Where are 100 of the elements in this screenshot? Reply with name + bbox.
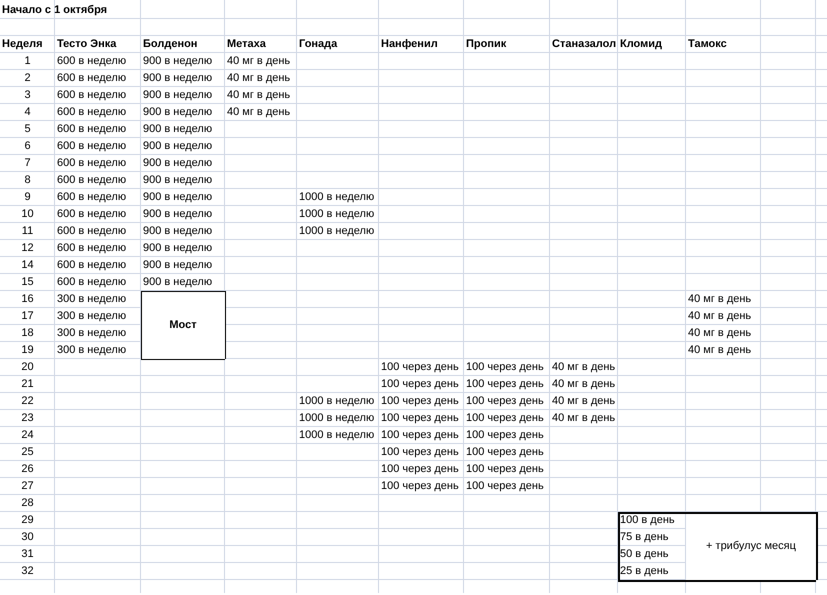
table-cell-text: 40 мг в день — [551, 411, 616, 426]
table-cell-text: 300 в неделю — [56, 326, 128, 341]
table-cell-text: 600 в неделю — [56, 139, 128, 154]
table-cell-text: 40 мг в день — [687, 292, 752, 307]
table-cell-text: 40 мг в день — [687, 309, 752, 324]
table-cell-text: 900 в неделю — [142, 258, 214, 273]
table-cell-text: 40 мг в день — [687, 343, 752, 358]
table-cell-text: 100 через день — [380, 428, 460, 443]
week-cell-text: 5 — [23, 122, 32, 137]
column-header: Станазалол — [551, 37, 618, 52]
column-header: Тамокс — [687, 37, 728, 52]
table-cell-text: 900 в неделю — [142, 173, 214, 188]
week-cell-text: 17 — [20, 309, 35, 324]
week-cell-text: 16 — [20, 292, 35, 307]
table-cell-text: 100 через день — [380, 394, 460, 409]
week-cell-text: 12 — [20, 241, 35, 256]
table-cell-text: 600 в неделю — [56, 258, 128, 273]
table-cell-text: 600 в неделю — [56, 275, 128, 290]
table-cell-text: 40 мг в день — [551, 394, 616, 409]
table-cell: 75 в день — [618, 529, 686, 546]
table-cell-text: 100 через день — [380, 462, 460, 477]
table-cell-text: 900 в неделю — [142, 88, 214, 103]
week-cell-text: 27 — [20, 479, 35, 494]
week-cell-text: 14 — [20, 258, 35, 273]
merged-cell: + трибулус месяц — [686, 512, 816, 580]
table-cell-text: 100 через день — [465, 479, 545, 494]
table-cell-text: 40 мг в день — [551, 360, 616, 375]
table-cell-text: 900 в неделю — [142, 275, 214, 290]
table-cell-text: 900 в неделю — [142, 105, 214, 120]
week-cell-text: 31 — [20, 547, 35, 562]
week-cell-text: 9 — [23, 190, 32, 205]
column-header: Болденон — [142, 37, 198, 52]
week-cell-text: 3 — [23, 88, 32, 103]
week-cell-text: 23 — [20, 411, 35, 426]
table-cell-text: 900 в неделю — [142, 207, 214, 222]
week-cell-text: 29 — [20, 513, 35, 528]
column-header: Метаха — [226, 37, 267, 52]
week-cell-text: 11 — [20, 224, 34, 239]
column-header: Нанфенил — [380, 37, 439, 52]
table-cell-text: 900 в неделю — [142, 139, 214, 154]
week-cell-text: 18 — [20, 326, 35, 341]
table-cell-text: 900 в неделю — [142, 71, 214, 86]
week-cell-text: 19 — [20, 343, 35, 358]
week-cell-text: 8 — [23, 173, 32, 188]
table-cell-text: 40 мг в день — [226, 105, 292, 120]
table-cell-text: 40 мг в день — [226, 71, 292, 86]
table-cell-text: 100 через день — [380, 360, 460, 375]
table-cell-text: 600 в неделю — [56, 122, 128, 137]
table-cell-text: 1000 в неделю — [298, 207, 376, 222]
table-cell-text: 1000 в неделю — [298, 224, 376, 239]
table-cell-text: 600 в неделю — [56, 156, 128, 171]
week-cell-text: 2 — [23, 71, 32, 86]
week-cell-text: 24 — [20, 428, 35, 443]
table-cell-text: 1000 в неделю — [298, 411, 376, 426]
table-cell-text: 600 в неделю — [56, 173, 128, 188]
table-cell: 100 в день — [618, 512, 686, 529]
table-cell-text: 900 в неделю — [142, 224, 214, 239]
week-cell-text: 21 — [20, 377, 35, 392]
table-cell-text: 40 мг в день — [551, 377, 616, 392]
week-cell-text: 6 — [23, 139, 32, 154]
week-cell-text: 7 — [23, 156, 32, 171]
table-cell-text: 300 в неделю — [56, 309, 128, 324]
week-cell-text: 20 — [20, 360, 35, 375]
column-header: Пропик — [465, 37, 508, 52]
table-cell-text: 900 в неделю — [142, 190, 214, 205]
table-cell-text: 100 через день — [380, 377, 460, 392]
table-cell-text: 100 через день — [465, 411, 545, 426]
week-cell-text: 32 — [20, 564, 35, 579]
week-cell-text: 4 — [23, 105, 32, 120]
table-cell: 50 в день — [618, 546, 686, 563]
table-cell-text: 100 через день — [380, 411, 460, 426]
table-cell-text: 900 в неделю — [142, 122, 214, 137]
table-cell-text: 600 в неделю — [56, 190, 128, 205]
merged-cell: Мост — [141, 291, 225, 359]
column-header: Гонада — [298, 37, 338, 52]
table-cell-text: 1000 в неделю — [298, 190, 376, 205]
column-header: Тесто Энка — [56, 37, 118, 52]
week-cell-text: 25 — [20, 445, 35, 460]
table-cell-text: 100 через день — [465, 377, 545, 392]
week-cell-text: 15 — [20, 275, 35, 290]
column-header: Кломид — [619, 37, 664, 52]
table-cell-text: 900 в неделю — [142, 156, 214, 171]
table-cell-text: 100 через день — [465, 445, 545, 460]
table-cell-text: 900 в неделю — [142, 241, 214, 256]
table-cell-text: 40 мг в день — [226, 54, 292, 69]
table-cell-text: 600 в неделю — [56, 54, 128, 69]
table-cell-text: 100 через день — [465, 394, 545, 409]
column-header: Неделя — [1, 37, 44, 52]
table-cell-text: 600 в неделю — [56, 207, 128, 222]
week-cell-text: 22 — [20, 394, 35, 409]
table-cell-text: 600 в неделю — [56, 241, 128, 256]
table-cell-text: 100 через день — [380, 445, 460, 460]
table-cell: 25 в день — [618, 563, 686, 580]
table-cell-text: 100 через день — [465, 428, 545, 443]
table-cell-text: 600 в неделю — [56, 88, 128, 103]
table-cell-text: 100 через день — [465, 462, 545, 477]
table-cell-text: 100 через день — [465, 360, 545, 375]
week-cell-text: 26 — [20, 462, 35, 477]
table-cell-text: 40 мг в день — [687, 326, 752, 341]
week-cell-text: 28 — [20, 496, 35, 511]
